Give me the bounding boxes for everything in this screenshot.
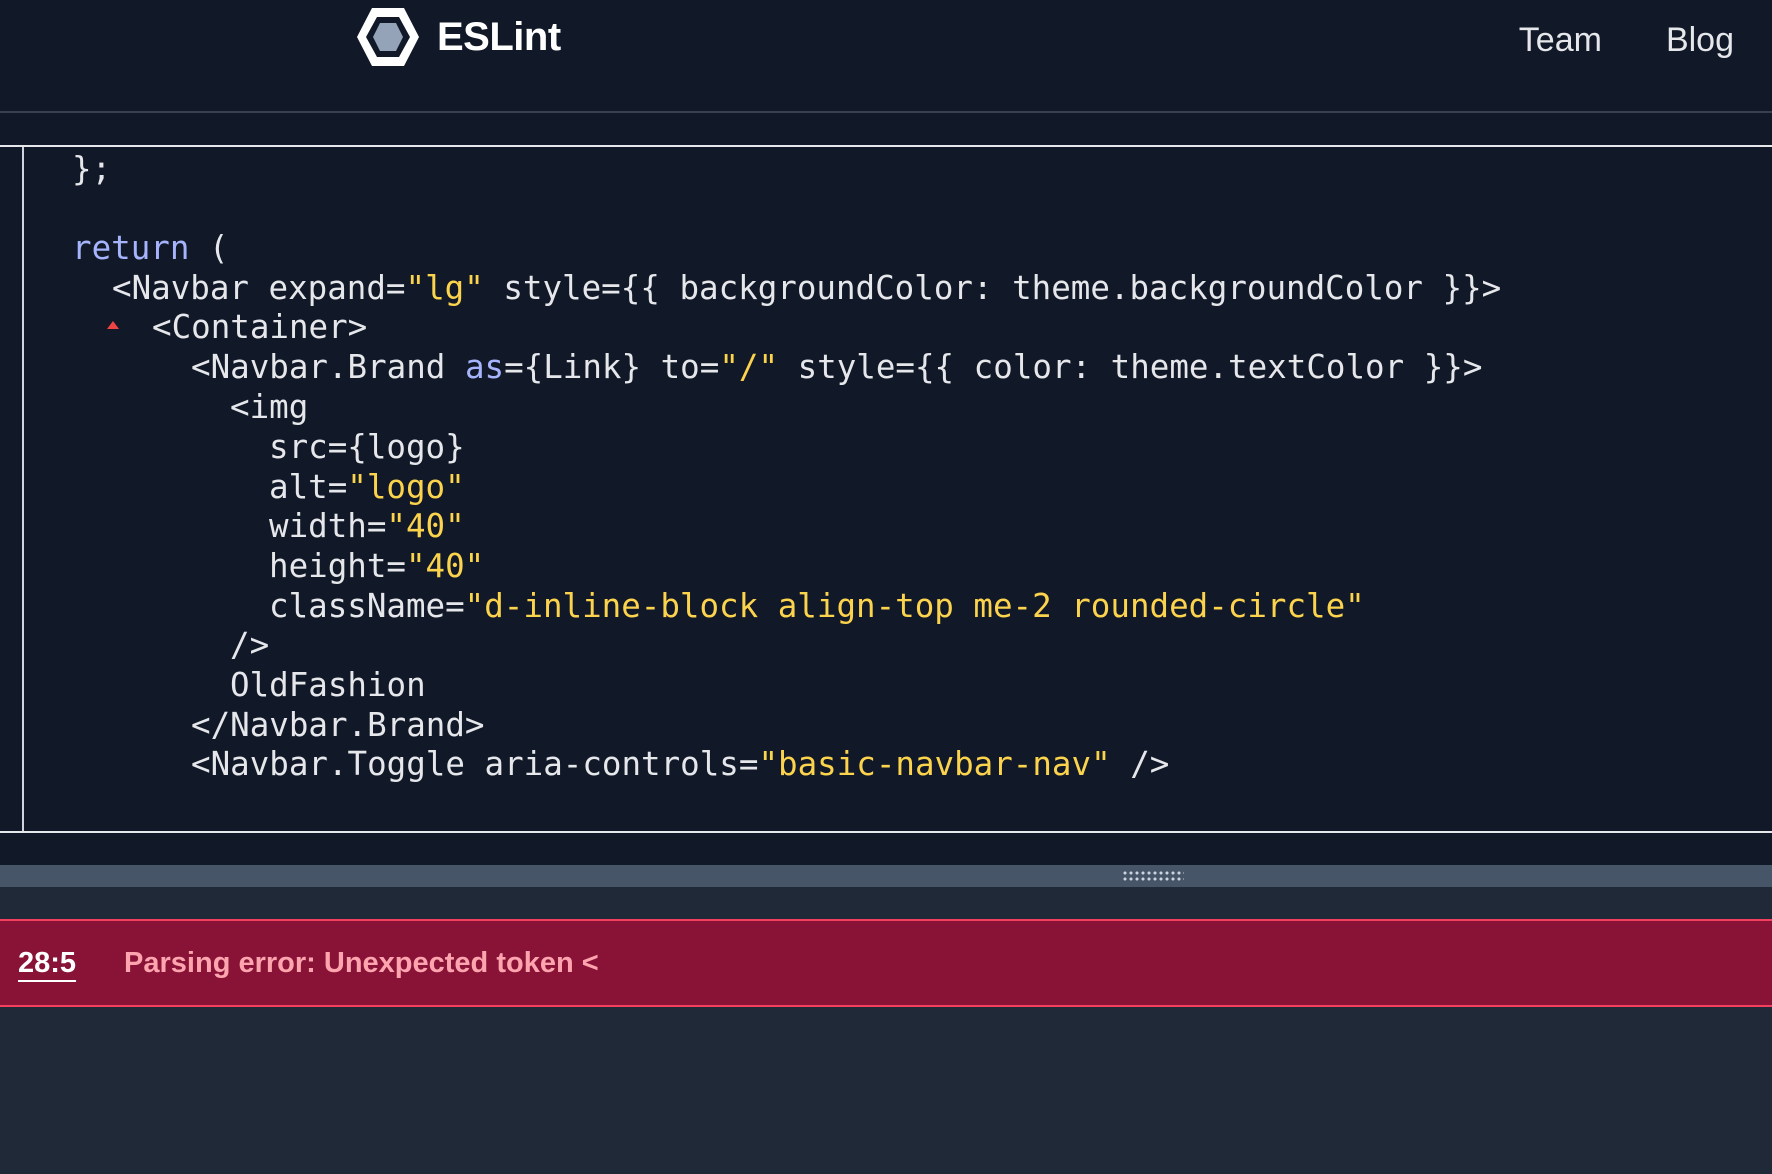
code-string: "lg" [405,269,484,307]
code-line[interactable]: <Navbar.Brand as={Link} to="/" style={{ … [191,345,1482,390]
code-string: "basic-navbar-nav" [758,745,1111,783]
code-token: style={{ backgroundColor: theme.backgrou… [483,269,1502,307]
code-line[interactable]: }; [72,147,111,192]
error-location-link[interactable]: 28:5 [18,947,76,980]
eslint-logo-icon [357,8,419,66]
code-token: src={logo} [269,428,465,466]
code-token: </Navbar.Brand> [191,706,485,744]
code-token: ={Link} to= [504,348,720,386]
code-token: <Navbar expand= [112,269,406,307]
editor-gutter [0,147,24,831]
brand-name: ESLint [437,14,561,59]
code-keyword: return [72,229,190,267]
code-line[interactable]: /> [230,623,269,668]
panel-resize-splitter[interactable] [0,865,1772,887]
code-line[interactable]: src={logo} [269,425,465,470]
code-keyword: as [464,348,505,386]
editor-bottom-gap [0,833,1772,865]
code-string: "40" [386,507,465,545]
nav-link-blog[interactable]: Blog [1666,18,1734,62]
eslint-playground: ESLint Team Blog }; return ( <Navbar exp… [0,0,1772,1174]
error-squiggle-marker [107,321,119,329]
main-nav: Team Blog [1455,18,1734,62]
error-message-row[interactable]: 28:5 Parsing error: Unexpected token < [0,919,1772,1007]
code-token: <Navbar.Brand [191,348,465,386]
messages-panel: 28:5 Parsing error: Unexpected token < [0,887,1772,1174]
code-line[interactable]: height="40" [269,544,484,589]
code-token: width= [269,507,387,545]
code-string: "/" [719,348,779,386]
code-line[interactable]: <Container> [152,305,367,350]
code-line[interactable]: OldFashion [230,663,426,708]
code-token: /> [1110,745,1170,783]
code-token: height= [269,547,406,585]
code-token: alt= [269,468,348,506]
code-token: ( [189,229,229,267]
code-line[interactable]: className="d-inline-block align-top me-2… [269,584,1365,629]
code-line[interactable]: <img [230,385,308,430]
code-string: "40" [405,547,485,585]
site-header: ESLint Team Blog [0,0,1772,113]
code-token: <Container> [152,308,368,346]
code-token: style={{ color: theme.textColor }}> [778,348,1483,386]
code-token: /> [230,626,270,664]
code-token: }; [72,150,112,188]
code-editor[interactable]: }; return ( <Navbar expand="lg" style={{… [0,145,1772,833]
code-line[interactable]: return ( [72,226,229,271]
code-string: "logo" [347,468,465,506]
error-message-text: Parsing error: Unexpected token < [124,946,599,979]
code-token: <Navbar.Toggle aria-controls= [191,745,759,783]
code-token: <img [230,388,309,426]
code-line[interactable]: width="40" [269,504,465,549]
code-area[interactable]: }; return ( <Navbar expand="lg" style={{… [72,147,1772,831]
code-line[interactable]: <Navbar.Toggle aria-controls="basic-navb… [191,742,1169,787]
code-string: "d-inline-block align-top me-2 rounded-c… [464,587,1365,625]
nav-link-team[interactable]: Team [1519,18,1602,62]
code-token: OldFashion [230,666,426,704]
brand-link[interactable]: ESLint [355,6,561,68]
code-token: className= [269,587,465,625]
drag-handle-icon[interactable] [1122,870,1184,882]
